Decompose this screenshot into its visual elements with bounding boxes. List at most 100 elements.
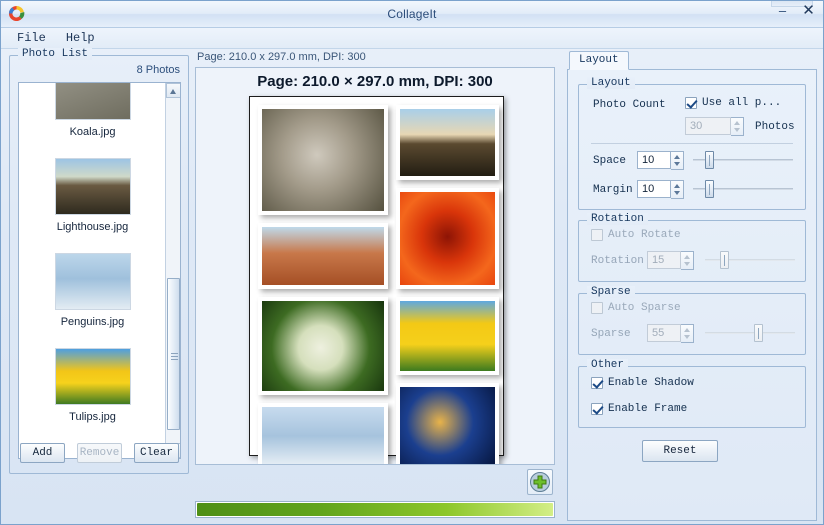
collage-cell[interactable] xyxy=(396,188,499,289)
menu-help[interactable]: Help xyxy=(58,29,103,47)
menu-file[interactable]: File xyxy=(9,29,54,47)
slider-knob[interactable] xyxy=(705,151,714,169)
window-controls: – ✕ xyxy=(774,4,817,20)
photo-count-label: 8 Photos xyxy=(137,64,180,76)
auto-sparse-checkbox[interactable]: Auto Sparse xyxy=(591,302,681,314)
slider-knob[interactable] xyxy=(705,180,714,198)
sparse-slider[interactable] xyxy=(705,324,795,342)
enable-frame-checkbox[interactable]: Enable Frame xyxy=(591,403,687,415)
scrollbar-thumb[interactable] xyxy=(167,278,180,430)
collage-cell[interactable] xyxy=(258,297,388,395)
list-item[interactable]: Lighthouse.jpg xyxy=(19,152,166,247)
margin-input[interactable]: 10 xyxy=(637,180,671,198)
photo-name: Penguins.jpg xyxy=(19,316,166,328)
space-input[interactable]: 10 xyxy=(637,151,671,169)
remove-button[interactable]: Remove xyxy=(77,443,122,463)
collage-photo-desert xyxy=(262,227,384,285)
collage-photo-lighthouse xyxy=(400,109,495,176)
space-slider[interactable] xyxy=(693,151,793,169)
collage-preview-area[interactable]: Page: 210.0 × 297.0 mm, DPI: 300 xyxy=(195,67,555,465)
layout-divider xyxy=(591,143,793,144)
menu-bar: File Help xyxy=(1,28,823,49)
reset-button[interactable]: Reset xyxy=(642,440,718,462)
sparse-group-title: Sparse xyxy=(587,286,635,298)
collage-cell[interactable] xyxy=(396,297,499,375)
collage-cell[interactable] xyxy=(396,105,499,180)
collage-cell[interactable] xyxy=(396,383,499,465)
layout-group-title: Layout xyxy=(587,77,635,89)
rotation-group: Rotation Auto Rotate Rotation 15 xyxy=(578,220,806,282)
collage-cell[interactable] xyxy=(258,223,388,289)
enable-frame-label: Enable Frame xyxy=(608,403,687,415)
rotation-spinner[interactable] xyxy=(681,251,694,270)
photo-thumbnail xyxy=(55,253,131,310)
enable-shadow-label: Enable Shadow xyxy=(608,377,694,389)
photo-thumbnail xyxy=(55,158,131,215)
window-title: CollageIt xyxy=(1,7,823,21)
rotation-input[interactable]: 15 xyxy=(647,251,681,269)
collage-cell[interactable] xyxy=(258,403,388,465)
photo-name: Tulips.jpg xyxy=(19,411,166,423)
other-group-title: Other xyxy=(587,359,628,371)
list-item[interactable]: Koala.jpg xyxy=(19,82,166,152)
checkbox-box xyxy=(591,403,603,415)
scroll-up-arrow-icon[interactable] xyxy=(166,83,181,98)
tab-layout[interactable]: Layout xyxy=(569,51,629,70)
collage-photo-jellyfish xyxy=(400,387,495,465)
auto-rotate-checkbox[interactable]: Auto Rotate xyxy=(591,229,681,241)
collage-photo-hydrangeas xyxy=(262,301,384,391)
page-info-label: Page: 210.0 x 297.0 mm, DPI: 300 xyxy=(197,51,366,63)
slider-track xyxy=(705,259,795,261)
progress-fill xyxy=(197,503,553,516)
slider-knob[interactable] xyxy=(720,251,729,269)
photo-count-spinner[interactable] xyxy=(731,117,744,136)
close-button[interactable]: ✕ xyxy=(800,4,817,20)
rotation-slider[interactable] xyxy=(705,251,795,269)
photo-name: Lighthouse.jpg xyxy=(19,221,166,233)
auto-sparse-label: Auto Sparse xyxy=(608,302,681,314)
settings-panel-body: Layout Photo Count Use all p... 30 Photo… xyxy=(567,70,817,521)
collageit-window: CollageIt – ✕ File Help Photo List 8 Pho… xyxy=(0,0,824,525)
margin-spinner[interactable] xyxy=(671,180,684,199)
use-all-photos-label: Use all p... xyxy=(702,97,781,109)
photo-count-input[interactable]: 30 xyxy=(685,117,731,135)
add-photo-button[interactable] xyxy=(527,469,553,495)
sparse-group: Sparse Auto Sparse Sparse 55 xyxy=(578,293,806,355)
collage-page[interactable] xyxy=(249,96,504,456)
list-item[interactable]: Penguins.jpg xyxy=(19,247,166,342)
settings-panel: Layout Layout Photo Count Use all p... 3… xyxy=(567,51,817,521)
space-spinner[interactable] xyxy=(671,151,684,170)
space-label: Space xyxy=(593,155,626,167)
enable-shadow-checkbox[interactable]: Enable Shadow xyxy=(591,377,694,389)
checkbox-box xyxy=(685,97,697,109)
layout-group: Layout Photo Count Use all p... 30 Photo… xyxy=(578,84,806,210)
margin-slider[interactable] xyxy=(693,180,793,198)
rotation-group-title: Rotation xyxy=(587,213,648,225)
slider-knob[interactable] xyxy=(754,324,763,342)
photo-list-scrollbar[interactable] xyxy=(165,83,180,458)
collage-cell[interactable] xyxy=(258,105,388,215)
photo-count-label: Photo Count xyxy=(593,99,666,111)
photo-list-box[interactable]: Koala.jpg Lighthouse.jpg Penguins.jpg Tu… xyxy=(18,82,181,459)
margin-label: Margin xyxy=(593,184,633,196)
sparse-input[interactable]: 55 xyxy=(647,324,681,342)
use-all-photos-checkbox[interactable]: Use all p... xyxy=(685,97,781,109)
checkbox-box xyxy=(591,377,603,389)
rotation-label: Rotation xyxy=(591,255,644,267)
photo-name: Koala.jpg xyxy=(19,126,166,138)
clear-button[interactable]: Clear xyxy=(134,443,179,463)
add-button[interactable]: Add xyxy=(20,443,65,463)
list-item[interactable]: Tulips.jpg xyxy=(19,342,166,437)
collage-photo-tulips xyxy=(400,301,495,371)
photo-thumbnail xyxy=(55,348,131,405)
photo-list-group-title: Photo List xyxy=(18,48,92,60)
preview-panel: Page: 210.0 x 297.0 mm, DPI: 300 Page: 2… xyxy=(195,49,559,525)
photo-thumbnail xyxy=(55,82,131,120)
minimize-button[interactable]: – xyxy=(774,4,791,20)
scrollbar-grip-icon xyxy=(171,351,178,362)
sparse-spinner[interactable] xyxy=(681,324,694,343)
photo-list-items: Koala.jpg Lighthouse.jpg Penguins.jpg Tu… xyxy=(19,82,166,437)
photo-list-group: Photo List 8 Photos Koala.jpg Lighthouse… xyxy=(9,55,189,474)
photos-unit-label: Photos xyxy=(755,121,795,133)
auto-rotate-label: Auto Rotate xyxy=(608,229,681,241)
